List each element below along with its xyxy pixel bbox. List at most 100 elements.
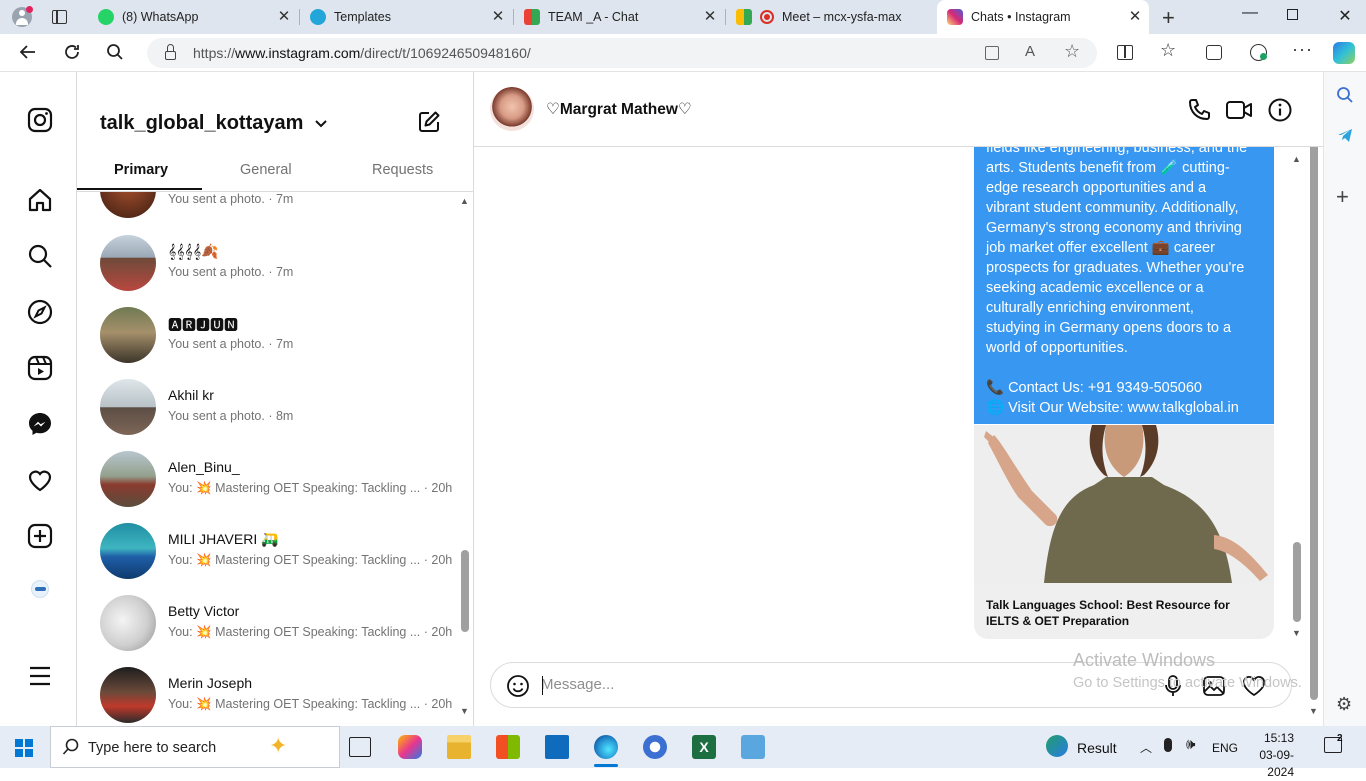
refresh-icon[interactable]: [62, 42, 82, 62]
edge-browser-icon[interactable]: [594, 735, 618, 759]
favorite-star-icon[interactable]: ☆: [1064, 41, 1080, 62]
conversation-item[interactable]: Akhil kr You sent a photo. · 8m: [100, 379, 460, 439]
conversation-scrollbar[interactable]: [461, 550, 469, 632]
new-message-icon[interactable]: [417, 110, 441, 134]
back-arrow-icon[interactable]: [18, 42, 38, 62]
audio-call-icon[interactable]: [1186, 97, 1212, 123]
conversation-info-icon[interactable]: [1267, 97, 1293, 123]
contact-name[interactable]: ♡Margrat Mathew♡: [546, 100, 692, 119]
photos-app-icon[interactable]: [741, 735, 765, 759]
microphone-icon[interactable]: [1164, 738, 1172, 752]
close-tab-icon[interactable]: ✕: [490, 9, 506, 25]
task-view-icon[interactable]: [349, 737, 371, 757]
search-icon[interactable]: [26, 242, 54, 270]
preview-image: [974, 425, 1274, 583]
tab-actions-icon[interactable]: [52, 10, 67, 24]
address-field[interactable]: https://www.instagram.com/direct/t/10692…: [147, 38, 1097, 68]
instagram-logo-icon[interactable]: [26, 106, 54, 134]
tab-team-chat[interactable]: TEAM _A - Chat ✕: [514, 0, 724, 34]
profile-avatar[interactable]: [31, 580, 49, 598]
page-scrollbar[interactable]: [1310, 94, 1318, 700]
chevron-up-icon[interactable]: ︿: [1140, 739, 1152, 756]
conversation-item[interactable]: Alen_Binu_ You: 💥 Mastering OET Speaking…: [100, 451, 460, 511]
copilot-icon[interactable]: [1333, 42, 1355, 64]
message-bubble[interactable]: fields like engineering, business, and t…: [974, 147, 1274, 424]
emoji-picker-icon[interactable]: [506, 674, 530, 698]
browser-essentials-icon[interactable]: [1250, 44, 1267, 61]
tab-general[interactable]: General: [240, 162, 292, 178]
language-indicator[interactable]: ENG: [1212, 741, 1238, 755]
whatsapp-icon: [98, 9, 114, 25]
favorites-icon[interactable]: ☆: [1160, 40, 1176, 61]
conversation-preview: You: 💥 Mastering OET Speaking: Tackling …: [168, 625, 453, 639]
microsoft-store-icon[interactable]: [496, 735, 520, 759]
mail-icon[interactable]: [545, 735, 569, 759]
lock-icon[interactable]: [165, 51, 176, 60]
message-input[interactable]: Message...: [541, 676, 614, 693]
video-call-icon[interactable]: [1225, 97, 1253, 123]
close-tab-icon[interactable]: ✕: [276, 9, 292, 25]
chat-scroll-down-arrow[interactable]: ▼: [1292, 628, 1301, 638]
close-tab-icon[interactable]: ✕: [1127, 9, 1143, 25]
link-preview-card[interactable]: Talk Languages School: Best Resource for…: [974, 425, 1274, 639]
page-scroll-down-arrow[interactable]: ▼: [1309, 706, 1318, 716]
close-window-button[interactable]: ✕: [1335, 6, 1355, 26]
system-clock[interactable]: 15:13 03-09-2024: [1248, 730, 1294, 781]
edge-sidebar: + ⚙: [1323, 72, 1366, 726]
sidebar-settings-icon[interactable]: ⚙: [1336, 694, 1352, 715]
search-icon[interactable]: [106, 43, 124, 61]
conversation-item[interactable]: You sent a photo. · 7m: [100, 192, 460, 222]
reels-icon[interactable]: [26, 354, 54, 382]
weather-label[interactable]: Result: [1077, 740, 1117, 756]
chrome-like-icon[interactable]: [643, 735, 667, 759]
canva-icon: [310, 9, 326, 25]
conversation-item[interactable]: MILI JHAVERI 🛺 You: 💥 Mastering OET Spea…: [100, 523, 460, 583]
add-sidebar-icon[interactable]: +: [1336, 184, 1349, 210]
split-screen-icon[interactable]: [1117, 45, 1133, 60]
contact-avatar[interactable]: [490, 87, 534, 131]
more-menu-icon[interactable]: [26, 662, 54, 690]
messenger-icon[interactable]: [26, 410, 54, 438]
collections-icon[interactable]: [1206, 45, 1222, 60]
conversation-item[interactable]: Betty Victor You: 💥 Mastering OET Speaki…: [100, 595, 460, 655]
notifications-heart-icon[interactable]: [26, 466, 54, 494]
copilot-icon[interactable]: [398, 735, 422, 759]
create-post-icon[interactable]: [26, 522, 54, 550]
tab-meet[interactable]: Meet – mcx-ysfa-max: [726, 0, 936, 34]
excel-icon[interactable]: X: [692, 735, 716, 759]
weather-icon[interactable]: [1046, 735, 1068, 757]
file-explorer-icon[interactable]: [447, 735, 471, 759]
chat-scroll-up-arrow[interactable]: ▲: [1292, 154, 1301, 164]
restore-button[interactable]: [1287, 9, 1298, 20]
chat-scrollbar[interactable]: [1293, 542, 1301, 622]
website-link[interactable]: www.talkglobal.in: [1128, 400, 1239, 416]
conversation-item[interactable]: 𝄞𝄞𝄞𝄞🍂 You sent a photo. · 7m: [100, 235, 460, 295]
scroll-down-arrow[interactable]: ▼: [460, 706, 469, 716]
close-tab-icon[interactable]: ✕: [702, 9, 718, 25]
conversation-item[interactable]: 🅰🆁🅹🆄🅽 You sent a photo. · 7m: [100, 307, 460, 367]
scroll-up-arrow[interactable]: ▲: [460, 196, 469, 206]
conversation-list-panel: talk_global_kottayam Primary General Req…: [77, 72, 474, 726]
search-icon[interactable]: [1336, 86, 1354, 104]
tab-primary[interactable]: Primary: [114, 162, 168, 178]
taskbar-search-box[interactable]: Type here to search ✦: [50, 726, 340, 768]
volume-icon[interactable]: 🕪: [1186, 736, 1195, 753]
account-switcher[interactable]: talk_global_kottayam: [100, 112, 327, 135]
telegram-icon[interactable]: [1336, 126, 1354, 144]
tab-whatsapp[interactable]: (8) WhatsApp ✕: [88, 0, 298, 34]
read-aloud-icon[interactable]: A: [1025, 43, 1035, 60]
settings-more-icon[interactable]: ···: [1292, 39, 1313, 60]
home-icon[interactable]: [26, 186, 54, 214]
tab-instagram[interactable]: Chats • Instagram ✕: [937, 0, 1149, 34]
profile-avatar[interactable]: [12, 6, 33, 27]
conversation-preview: You sent a photo. · 7m: [168, 192, 294, 206]
tab-templates[interactable]: Templates ✕: [300, 0, 512, 34]
explore-compass-icon[interactable]: [26, 298, 54, 326]
conversation-item[interactable]: Merin Joseph You: 💥 Mastering OET Speaki…: [100, 667, 460, 726]
new-tab-button[interactable]: +: [1162, 5, 1175, 31]
tab-requests[interactable]: Requests: [372, 162, 433, 178]
conversation-preview: You sent a photo. · 7m: [168, 337, 294, 351]
apps-icon[interactable]: [985, 46, 999, 60]
minimize-button[interactable]: —: [1240, 4, 1260, 22]
windows-start-icon[interactable]: [15, 739, 33, 757]
